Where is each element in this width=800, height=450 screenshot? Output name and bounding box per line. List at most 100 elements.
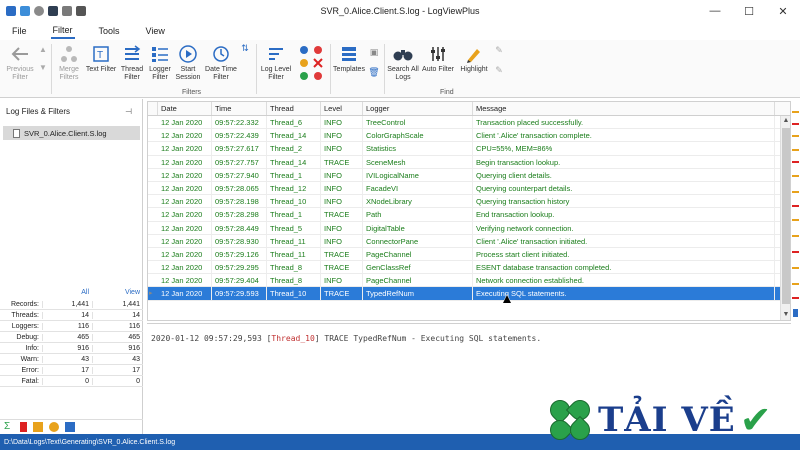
edit-icon[interactable] [33, 421, 43, 432]
detail-thread: Thread_10 [271, 334, 315, 343]
cell-thread: Thread_1 [267, 208, 321, 221]
table-row[interactable]: 12 Jan 2020 09:57:28.198 Thread_10 INFO XNod… [148, 195, 790, 209]
table-row[interactable]: 12 Jan 2020 09:57:29.295 Thread_8 TRACE GenC… [148, 261, 790, 275]
cell-date: 12 Jan 2020 [158, 195, 212, 208]
logger-filter-label: Logger Filter [149, 66, 171, 81]
stats-row: Records: 1,441 1,441 [0, 299, 143, 310]
table-row[interactable]: 12 Jan 2020 09:57:28.065 Thread_12 INFO Faca… [148, 181, 790, 196]
level-colors-icon [300, 46, 323, 80]
cell-thread: Thread_11 [267, 234, 321, 247]
move-filter-down-button[interactable]: ▼ [38, 64, 48, 73]
table-row[interactable]: ▸ 12 Jan 2020 09:57:29.593 Thread_10 TRACE Ty… [148, 287, 790, 301]
move-filter-up-button[interactable]: ▲ [38, 46, 48, 55]
tab-file[interactable]: File [10, 24, 29, 38]
column-message[interactable]: Message [473, 102, 775, 115]
cell-thread: Thread_8 [267, 261, 321, 274]
logger-filter-button[interactable]: Logger Filter [146, 44, 174, 82]
arrow-left-icon [10, 44, 30, 64]
cell-logger: SceneMesh [363, 155, 473, 168]
merge-filters-button[interactable]: Merge Filters [54, 44, 84, 82]
column-level[interactable]: Level [321, 102, 363, 115]
log-level-filter-button[interactable]: Log Level Filter [258, 44, 294, 82]
cell-level: TRACE [321, 247, 363, 261]
stats-view-value: 0 [92, 377, 143, 385]
date-time-filter-button[interactable]: Date Time Filter [203, 44, 239, 82]
cell-level: INFO [321, 221, 363, 234]
highlight-previous-button[interactable]: ✎ [493, 66, 505, 76]
cell-logger: Path [363, 208, 473, 221]
log-level-icon [266, 44, 286, 64]
sigma-icon[interactable]: Σ [4, 421, 14, 432]
cell-logger: XNodeLibrary [363, 195, 473, 208]
thread-filter-button[interactable]: Thread Filter [119, 44, 145, 82]
table-row[interactable]: 12 Jan 2020 09:57:22.439 Thread_14 INFO Colo… [148, 129, 790, 143]
detail-suffix: ] TRACE TypedRefNum - Executing SQL stat… [314, 334, 542, 343]
tab-tools[interactable]: Tools [97, 24, 122, 38]
auto-filter-button[interactable]: Auto Filter [420, 44, 456, 74]
pin-icon[interactable]: ⊣ [125, 107, 132, 116]
search-icon[interactable] [49, 421, 59, 432]
grid-scrollbar[interactable]: ▲ ▼ [780, 116, 790, 320]
table-row[interactable]: 12 Jan 2020 09:57:29.126 Thread_11 TRACE Pag… [148, 247, 790, 262]
table-row[interactable]: 12 Jan 2020 09:57:28.298 Thread_1 TRACE Path… [148, 208, 790, 222]
table-row[interactable]: 12 Jan 2020 09:57:29.404 Thread_8 INFO PageC… [148, 274, 790, 288]
table-row[interactable]: 12 Jan 2020 09:57:28.449 Thread_5 INFO Digit… [148, 221, 790, 235]
stats-all-value: 1,441 [42, 300, 92, 308]
cell-date: 12 Jan 2020 [158, 116, 212, 129]
stats-all-header[interactable]: All [42, 289, 92, 299]
cell-level: INFO [321, 116, 363, 129]
scroll-down-icon[interactable]: ▼ [781, 310, 791, 320]
highlight-next-button[interactable]: ✎ [493, 46, 505, 56]
cell-message: ESENT database transaction completed. [473, 261, 775, 274]
cell-logger: TypedRefNum [363, 287, 473, 300]
stats-label: Warn: [20, 355, 39, 363]
column-date[interactable]: Date [158, 102, 212, 115]
highlight-button[interactable]: Highlight [457, 44, 491, 74]
cell-level: INFO [321, 234, 363, 247]
delete-template-button[interactable]: 🗑 [368, 68, 380, 78]
bookmark-icon[interactable] [20, 421, 27, 432]
cell-logger: PageChannel [363, 247, 473, 261]
stats-view-header[interactable]: View [92, 289, 143, 299]
maximize-button[interactable]: ☐ [732, 0, 766, 22]
search-all-logs-button[interactable]: Search All Logs [386, 44, 420, 82]
column-thread[interactable]: Thread [267, 102, 321, 115]
stats-view-value: 43 [92, 355, 143, 363]
cell-time: 09:57:22.439 [212, 129, 267, 142]
scroll-up-icon[interactable]: ▲ [781, 116, 791, 126]
close-button[interactable]: ✕ [766, 0, 800, 22]
sort-button[interactable]: ⇅ [239, 44, 251, 54]
table-row[interactable]: 12 Jan 2020 09:57:27.617 Thread_2 INFO Stati… [148, 142, 790, 156]
level-color-dots[interactable] [297, 45, 327, 86]
text-filter-button[interactable]: T Text Filter [84, 44, 118, 74]
merge-icon[interactable] [65, 421, 75, 432]
column-time[interactable]: Time [212, 102, 267, 115]
templates-button[interactable]: Templates [332, 44, 366, 74]
tab-filter[interactable]: Filter [50, 23, 75, 39]
sliders-icon [428, 44, 448, 64]
previous-filter-button[interactable]: Previous Filter [4, 44, 36, 82]
cell-message: CPU=55%, MEM=86% [473, 142, 775, 155]
minimize-button[interactable]: — [698, 0, 732, 22]
cell-time: 09:57:29.295 [212, 261, 267, 274]
stats-label: Records: [10, 300, 39, 308]
level-minimap[interactable] [791, 101, 800, 321]
stats-label: Debug: [16, 333, 39, 341]
table-row[interactable]: 12 Jan 2020 09:57:27.757 Thread_14 TRACE Sce… [148, 155, 790, 169]
log-grid: Date Time Thread Level Logger Message 12… [147, 101, 791, 321]
previous-filter-label: Previous Filter [6, 66, 34, 81]
pen-icon: ✎ [495, 45, 503, 55]
column-logger[interactable]: Logger [363, 102, 473, 115]
log-file-item[interactable]: SVR_0.Alice.Client.S.log [3, 126, 140, 140]
cell-thread: Thread_5 [267, 221, 321, 234]
save-template-button[interactable]: ▣ [368, 48, 380, 58]
stats-all-value: 916 [42, 344, 92, 352]
table-row[interactable]: 12 Jan 2020 09:57:28.930 Thread_11 INFO Conn… [148, 234, 790, 248]
table-row[interactable]: 12 Jan 2020 09:57:22.332 Thread_6 INFO TreeC… [148, 116, 790, 130]
tab-view[interactable]: View [144, 24, 167, 38]
row-indicator [148, 142, 158, 154]
start-session-button[interactable]: Start Session [174, 44, 202, 82]
cell-date: 12 Jan 2020 [158, 181, 212, 195]
table-row[interactable]: 12 Jan 2020 09:57:27.940 Thread_1 INFO IVILo… [148, 168, 790, 182]
scroll-thumb[interactable] [782, 128, 790, 304]
